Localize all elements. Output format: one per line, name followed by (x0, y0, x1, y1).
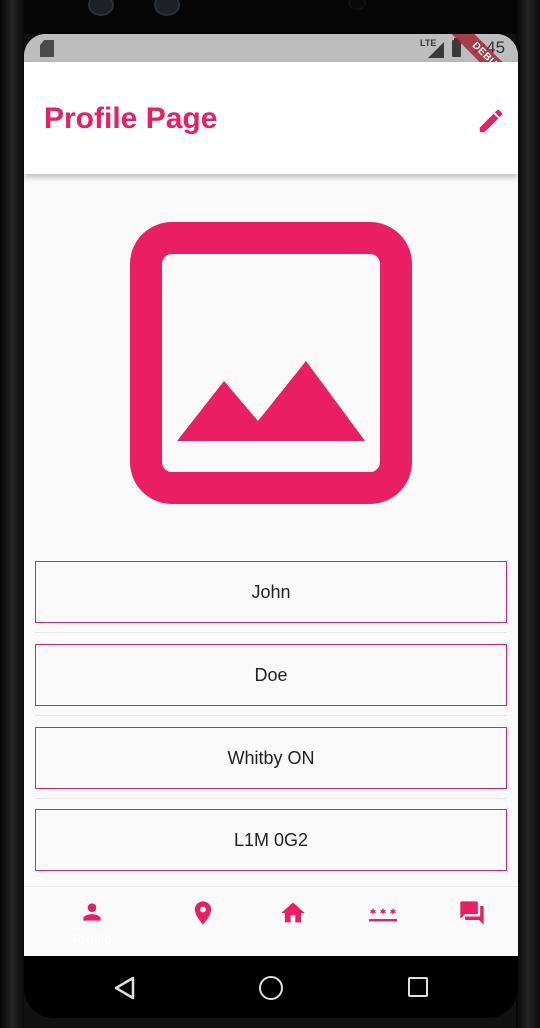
nav-password[interactable] (363, 899, 403, 929)
home-circle-icon[interactable] (259, 976, 283, 1000)
app-bar: Profile Page (24, 62, 518, 174)
chat-icon (460, 901, 484, 925)
home-icon (281, 902, 305, 923)
phone-bezel-right (516, 0, 540, 1028)
phone-bezel-left (0, 0, 24, 1028)
location-pin-icon (194, 901, 212, 925)
back-icon[interactable] (114, 976, 136, 1000)
sensor-icon (348, 0, 366, 10)
postal-code-field[interactable]: L1M 0G2 (35, 809, 507, 871)
nav-label-profile: Profile (72, 931, 112, 947)
divider (35, 715, 507, 716)
last-name-field[interactable]: Doe (35, 644, 507, 706)
edit-icon[interactable] (476, 106, 506, 136)
camera-lens-icon (154, 0, 180, 16)
nav-home[interactable] (273, 899, 313, 929)
divider (35, 632, 507, 633)
system-navigation-bar (24, 956, 518, 1018)
city-field[interactable]: Whitby ON (35, 727, 507, 789)
nav-chat[interactable] (452, 899, 492, 929)
divider (35, 798, 507, 799)
first-name-field[interactable]: John (35, 561, 507, 623)
person-icon (83, 903, 101, 921)
network-type: LTE (420, 38, 437, 48)
status-bar: LTE 7:45 (24, 34, 518, 62)
recents-icon[interactable] (408, 977, 428, 997)
nav-location[interactable] (183, 899, 223, 929)
bottom-navigation: Profile (24, 886, 518, 956)
image-placeholder-icon[interactable] (130, 222, 412, 504)
page-title: Profile Page (44, 102, 218, 135)
password-icon (369, 908, 397, 922)
camera-lens-icon (88, 0, 114, 16)
nav-profile[interactable] (72, 899, 112, 929)
sim-card-icon (40, 40, 54, 57)
app-screen: LTE 7:45 DEBUG Profile Page John Doe Whi… (24, 34, 518, 956)
phone-top-bezel (24, 0, 516, 34)
phone-frame: LTE 7:45 DEBUG Profile Page John Doe Whi… (0, 0, 540, 1028)
